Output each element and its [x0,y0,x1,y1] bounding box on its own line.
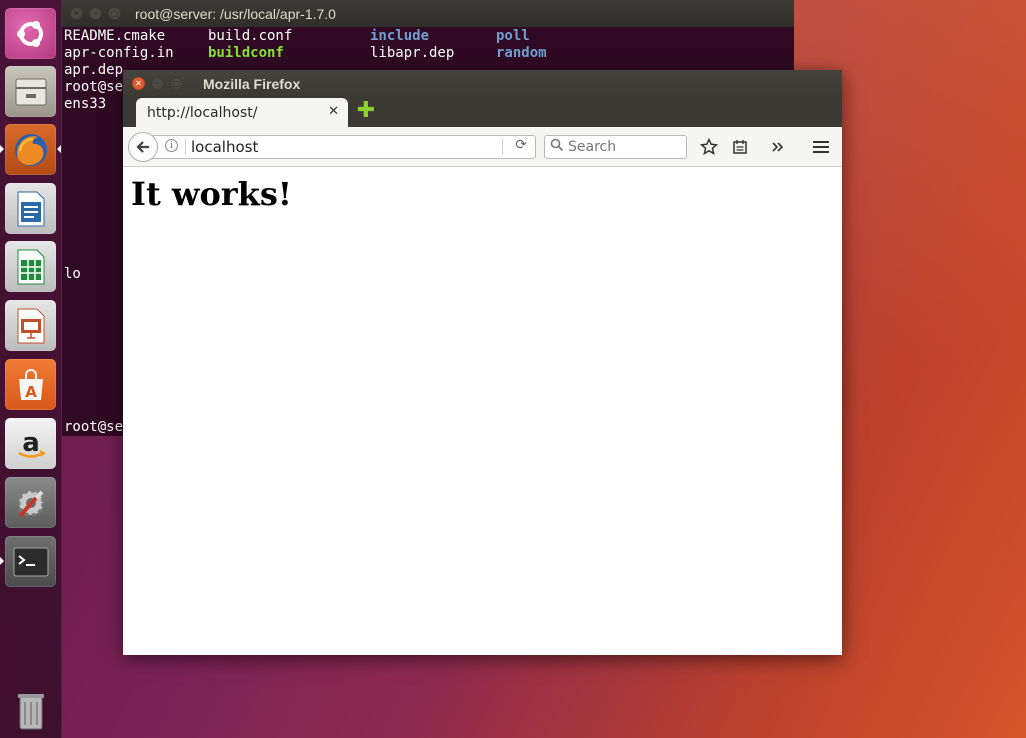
dir-entry: random [496,45,547,61]
tab-localhost[interactable]: http://localhost/ ✕ [136,98,348,127]
page-content: It works! [123,167,842,628]
prompt-line: root@se [64,419,124,435]
page-heading: It works! [131,175,292,213]
url-bar[interactable]: i localhost ⟳ [147,135,536,159]
svg-text:A: A [25,383,37,401]
terminal-title: root@server: /usr/local/apr-1.7.0 [135,5,336,22]
bookmark-star-icon[interactable] [697,135,721,159]
new-tab-button[interactable]: ✚ [356,100,376,122]
firefox-window-title: Mozilla Firefox [203,75,301,92]
file-entry: README.cmake [64,28,166,44]
firefox-maximize-button[interactable]: □ [170,77,183,90]
firefox-titlebar[interactable]: ✕ – □ Mozilla Firefox [123,70,842,97]
libreoffice-impress-icon[interactable] [5,300,56,351]
firefox-icon[interactable] [5,124,56,175]
interface-line: ens33 [64,96,107,112]
search-box[interactable]: Search [544,135,687,159]
file-entry: build.conf [208,28,293,44]
search-placeholder: Search [568,139,617,155]
url-separator [185,139,186,155]
dir-entry: include [370,28,430,44]
tab-label: http://localhost/ [147,104,258,121]
ubuntu-software-icon[interactable]: A [5,359,56,410]
terminal-maximize-button[interactable]: □ [108,7,121,20]
system-settings-icon[interactable] [5,477,56,528]
focus-indicator [57,145,61,153]
firefox-window[interactable]: ✕ – □ Mozilla Firefox http://localhost/ … [123,70,842,655]
terminal-titlebar[interactable]: ✕ – □ root@server: /usr/local/apr-1.7.0 [62,0,794,27]
terminal-icon[interactable] [5,536,56,587]
library-icon[interactable] [728,135,752,159]
libreoffice-calc-icon[interactable] [5,241,56,292]
firefox-close-button[interactable]: ✕ [132,77,145,90]
libreoffice-writer-icon[interactable] [5,183,56,234]
unity-launcher: A a [0,0,62,738]
interface-line: lo [64,266,81,282]
file-entry: apr.dep [64,62,124,78]
exe-entry: buildconf [208,45,284,61]
active-indicator [0,557,4,565]
navigation-toolbar: i localhost ⟳ Search [123,127,842,167]
files-icon[interactable] [5,66,56,117]
back-button[interactable] [128,132,158,162]
terminal-minimize-button[interactable]: – [89,7,102,20]
overflow-chevron-icon[interactable] [766,135,790,159]
svg-text:a: a [22,428,40,458]
ubuntu-dash-icon[interactable] [5,8,56,59]
file-entry: apr-config.in [64,45,174,61]
hamburger-menu-icon[interactable] [809,135,833,159]
amazon-icon[interactable]: a [5,418,56,469]
reload-separator [502,139,503,155]
search-icon [550,138,564,156]
terminal-close-button[interactable]: ✕ [70,7,83,20]
url-text[interactable]: localhost [191,138,258,156]
file-entry: libapr.dep [370,45,455,61]
dir-entry: poll [496,28,530,44]
prompt-line: root@se [64,79,124,95]
tab-close-icon[interactable]: ✕ [328,104,339,119]
trash-icon[interactable] [5,684,56,735]
active-indicator [0,145,4,153]
tab-strip: http://localhost/ ✕ ✚ [123,97,842,127]
reload-icon[interactable]: ⟳ [515,137,527,153]
back-arrow-icon [136,141,149,153]
site-info-icon[interactable]: i [165,139,178,152]
firefox-minimize-button[interactable]: – [151,77,164,90]
